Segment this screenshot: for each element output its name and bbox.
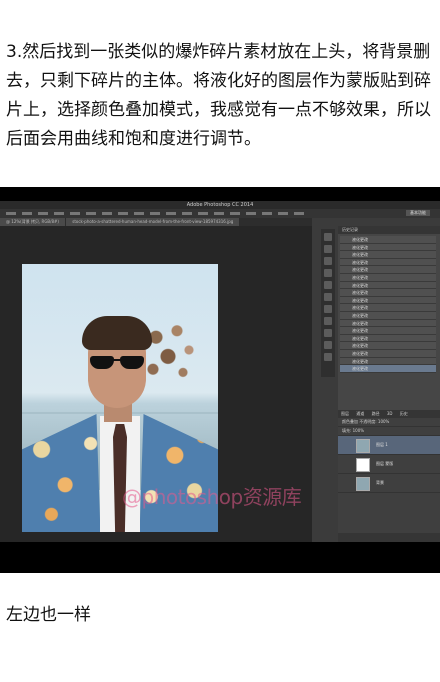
brush-tool-icon[interactable] [324,281,332,289]
layer-row[interactable]: 图层 1 [338,436,440,455]
blend-mode-select[interactable]: 颜色叠加 [342,419,358,424]
history-item[interactable]: 液化更改 [340,319,436,328]
shatter-particles [144,318,204,382]
opacity-value[interactable]: 100% [378,419,389,424]
layers-panel: 图层 通道 路径 3D 历史 颜色叠加 不透明度: 100% 填充: 100% [338,410,440,542]
opacity-label: 不透明度: [359,419,377,424]
tab-history[interactable]: 历史 [397,411,411,416]
tab-channels[interactable]: 通道 [353,411,367,416]
layer-name: 图层 蒙版 [376,461,394,466]
layer-options: 颜色叠加 不透明度: 100% [338,418,440,427]
fill-options: 填充: 100% [338,427,440,436]
hair [82,316,152,350]
text-tool-icon[interactable] [324,269,332,277]
layer-thumbnail [356,439,370,453]
stamp-tool-icon[interactable] [324,293,332,301]
fill-value[interactable]: 100% [353,428,364,433]
right-panels: 历史记录 液化更改 液化更改 液化更改 液化更改 液化更改 液化更改 液化更改 … [338,226,440,542]
eraser-tool-icon[interactable] [324,305,332,313]
layer-name: 背景 [376,480,384,485]
history-item[interactable]: 液化更改 [340,273,436,282]
layer-thumbnail [356,477,370,491]
history-list: 液化更改 液化更改 液化更改 液化更改 液化更改 液化更改 液化更改 液化更改 … [340,236,436,373]
options-bar: 基本功能 [0,209,440,218]
move-tool-icon[interactable] [324,233,332,241]
tab-active-document[interactable]: @ 12%(背景 拷贝, RGB/8#) [0,218,65,226]
history-item[interactable]: 液化更改 [340,342,436,350]
tab-paths[interactable]: 路径 [369,411,383,416]
history-item[interactable]: 液化更改 [340,311,436,320]
tie [113,424,127,532]
options-bar-controls[interactable] [6,212,306,215]
history-item[interactable]: 液化更改 [340,281,436,290]
photoshop-window: Adobe Photoshop CC 2014 基本功能 @ 12%(背景 拷贝… [0,201,440,542]
document-tabs: @ 12%(背景 拷贝, RGB/8#) stock-photo-a-shatt… [0,218,312,226]
watermark: @photoshop资源库 [122,485,302,509]
pen-tool-icon[interactable] [324,329,332,337]
layer-name: 图层 1 [376,442,388,447]
sunglasses [88,356,146,370]
article-caption: 左边也一样 [6,605,91,625]
history-item[interactable]: 液化更改 [340,334,436,343]
fill-label: 填充: [342,428,352,433]
photoshop-screenshot: Adobe Photoshop CC 2014 基本功能 @ 12%(背景 拷贝… [0,187,440,573]
history-panel-title[interactable]: 历史记录 [338,226,440,234]
marquee-tool-icon[interactable] [324,245,332,253]
history-item[interactable]: 液化更改 [340,304,436,312]
window-title: Adobe Photoshop CC 2014 [0,201,440,209]
history-item[interactable]: 液化更改 [340,243,436,252]
tab-layers[interactable]: 图层 [338,411,352,416]
history-item[interactable]: 液化更改 [340,236,436,244]
lasso-tool-icon[interactable] [324,257,332,265]
history-item-active[interactable]: 液化更改 [340,365,436,373]
layer-row[interactable]: 图层 蒙版 [338,455,440,474]
workspace-button[interactable]: 基本功能 [406,210,430,216]
zoom-tool-icon[interactable] [324,353,332,361]
history-item[interactable]: 液化更改 [340,266,436,274]
layer-mask-thumbnail [356,458,370,472]
history-item[interactable]: 液化更改 [340,296,436,305]
history-item[interactable]: 液化更改 [340,357,436,366]
history-item[interactable]: 液化更改 [340,289,436,297]
layers-panel-tabs: 图层 通道 路径 3D 历史 [338,410,440,418]
tab-3d[interactable]: 3D [384,411,396,416]
history-item[interactable]: 液化更改 [340,349,436,358]
history-item[interactable]: 液化更改 [340,327,436,335]
tab-second-document[interactable]: stock-photo-a-shattered-human-head-model… [66,218,240,226]
history-item[interactable]: 液化更改 [340,251,436,259]
layer-row[interactable]: 背景 [338,474,440,493]
gradient-tool-icon[interactable] [324,317,332,325]
article-paragraph: 3.然后找到一张类似的爆炸碎片素材放在上头，将背景删去，只剩下碎片的主体。将液化… [6,42,431,149]
layer-actions-bar[interactable] [338,533,440,542]
history-item[interactable]: 液化更改 [340,258,436,267]
tools-panel [321,229,335,377]
hand-tool-icon[interactable] [324,341,332,349]
